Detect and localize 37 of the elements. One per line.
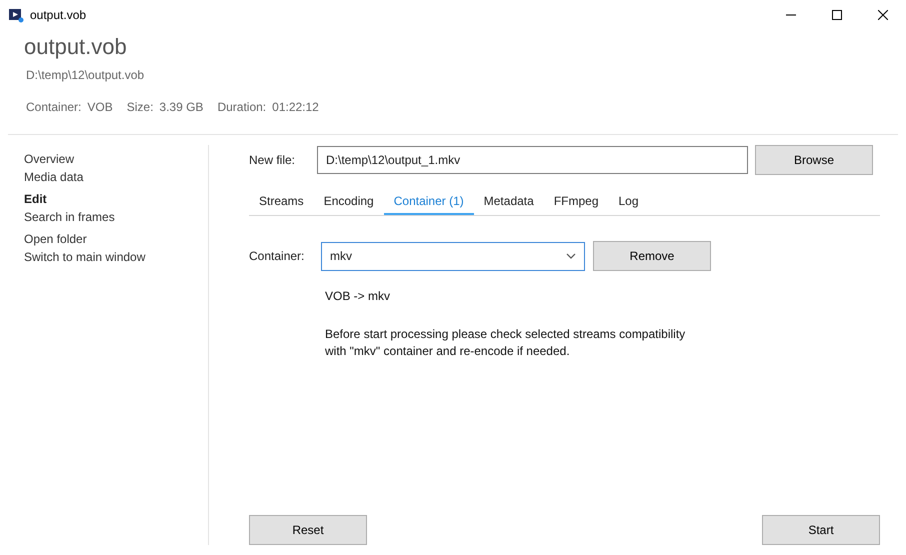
remove-button[interactable]: Remove [593,241,711,271]
tab[interactable]: Streams [249,189,314,215]
conversion-text: VOB -> mkv [325,288,392,305]
tab[interactable]: Metadata [474,189,544,215]
reset-button[interactable]: Reset [249,515,367,545]
start-button[interactable]: Start [762,515,880,545]
info-label: Container: [26,99,82,116]
window-title: output.vob [30,7,86,24]
sidebar-item[interactable]: Overview [24,151,208,167]
container-label: Container: [249,248,306,265]
new-file-label: New file: [249,152,296,169]
browse-button[interactable]: Browse [755,145,873,175]
sidebar-item[interactable]: Search in frames [24,209,208,225]
new-file-field[interactable]: D:\temp\12\output_1.mkv [317,146,748,174]
chevron-down-icon [566,253,576,259]
compatibility-message: with "mkv" container and re-encode if needed. [325,343,571,360]
tab[interactable]: FFmpeg [544,189,608,215]
close-icon [878,10,888,20]
sidebar-item[interactable]: Edit [24,191,208,207]
sidebar-item[interactable]: Open folder [24,231,208,247]
tab[interactable]: Log [608,189,649,215]
compatibility-message: Before start processing please check selected streams compatibility [325,326,686,343]
info-value: VOB [87,99,113,116]
container-dropdown[interactable]: mkv [321,242,585,270]
maximize-icon [832,10,842,20]
info-label: Duration: [217,99,266,116]
sidebar-item[interactable]: Media data [24,169,208,185]
file-path: D:\temp\12\output.vob [26,67,146,84]
tab[interactable]: Container (1) [384,189,474,215]
tab[interactable]: Encoding [314,189,384,215]
sidebar-item[interactable]: Switch to main window [24,249,208,265]
info-value: 3.39 GB [159,99,204,116]
app-icon [8,7,24,23]
file-title: output.vob [24,33,128,61]
minimize-icon [786,14,796,16]
info-label: Size: [126,99,154,116]
info-value: 01:22:12 [272,99,319,116]
